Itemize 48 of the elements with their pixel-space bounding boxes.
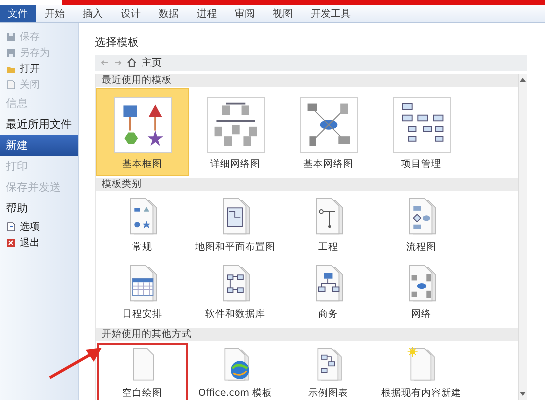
template-tile[interactable]: 网络 [375, 259, 468, 326]
template-tile[interactable]: 根据现有内容新建 [375, 342, 468, 400]
template-tile[interactable]: 详细网络图 [189, 88, 282, 176]
sidebar-item[interactable]: 选项 [0, 219, 78, 235]
ribbon-tab[interactable]: 审阅 [226, 5, 264, 22]
page-heading: 选择模板 [95, 35, 140, 49]
template-tile[interactable]: 示例图表 [282, 342, 375, 400]
network-hub-thumbnail [300, 97, 358, 153]
scrollbar[interactable] [518, 74, 527, 400]
close-icon [6, 238, 16, 248]
ribbon-tab[interactable]: 开发工具 [302, 5, 360, 22]
org-chart-thumbnail [392, 97, 450, 153]
template-tile[interactable]: 基本网络图 [282, 88, 375, 176]
server-network-thumbnail [206, 97, 264, 153]
template-tile[interactable]: 项目管理 [375, 88, 468, 176]
scroll-down-icon[interactable] [520, 391, 526, 397]
folder-icon [6, 64, 16, 74]
home-icon[interactable] [127, 58, 137, 68]
ribbon-tab[interactable]: 进程 [188, 5, 226, 22]
section-header: 开始使用的其他方式 [96, 328, 518, 341]
scroll-up-icon[interactable] [520, 77, 526, 83]
ribbon-tab[interactable]: 插入 [74, 5, 112, 22]
sidebar-item[interactable]: 最近所用文件 [0, 114, 78, 135]
section-header: 最近使用的模板 [96, 74, 518, 87]
template-tile[interactable]: 空白绘图 [96, 342, 189, 400]
section-header: 模板类别 [96, 178, 518, 191]
document-icon [6, 222, 16, 232]
template-tile[interactable]: 商务 [282, 259, 375, 326]
ribbon-tab[interactable]: 文件 [0, 5, 36, 22]
sidebar-item[interactable]: 打开 [0, 61, 78, 77]
ribbon-tab[interactable]: 视图 [264, 5, 302, 22]
sidebar-item[interactable]: 退出 [0, 235, 78, 251]
template-tile[interactable]: 日程安排 [96, 259, 189, 326]
ribbon-tab[interactable]: 开始 [36, 5, 74, 22]
sidebar-item[interactable]: 帮助 [0, 198, 78, 219]
ribbon-tab[interactable]: 数据 [150, 5, 188, 22]
ribbon-tab[interactable]: 设计 [112, 5, 150, 22]
template-tile[interactable]: 基本框图 [96, 88, 189, 176]
template-tile[interactable]: 流程图 [375, 192, 468, 259]
template-tile[interactable]: 软件和数据库 [189, 259, 282, 326]
template-tile[interactable]: 常规 [96, 192, 189, 259]
breadcrumb-link[interactable]: 主页 [142, 56, 162, 70]
template-tile[interactable]: 地图和平面布置图 [189, 192, 282, 259]
sidebar-item[interactable]: 新建 [0, 135, 78, 156]
template-tile[interactable]: 工程 [282, 192, 375, 259]
document-icon [6, 80, 16, 90]
template-tile[interactable]: Office.com 模板 [189, 342, 282, 400]
block-diagram-thumbnail [114, 97, 172, 153]
